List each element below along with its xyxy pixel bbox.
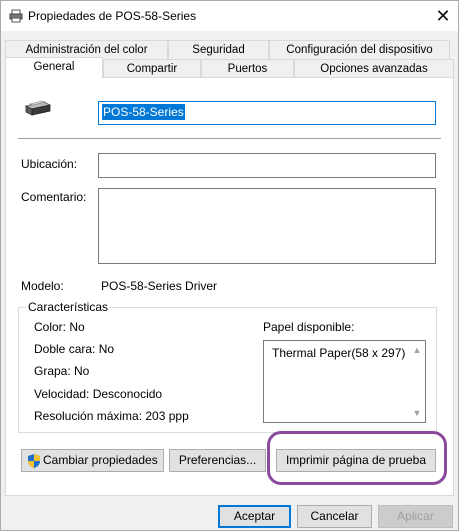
close-button[interactable]: ✕ [426,3,459,29]
scroll-down-icon[interactable]: ▼ [411,407,423,419]
paper-label: Papel disponible: [263,320,355,334]
window-title: Propiedades de POS-58-Series [28,9,197,23]
comment-field[interactable] [98,188,436,264]
tab-configuracion-dispositivo[interactable]: Configuración del dispositivo [269,40,450,59]
tab-opciones-avanzadas[interactable]: Opciones avanzadas [294,59,454,78]
tab-general[interactable]: General [5,57,103,78]
model-value: POS-58-Series Driver [101,279,218,293]
paper-item[interactable]: Thermal Paper(58 x 297) [272,346,405,360]
tab-seguridad[interactable]: Seguridad [168,40,269,59]
close-icon: ✕ [435,6,451,26]
ok-button[interactable]: Aceptar [218,505,291,528]
paper-list[interactable]: Thermal Paper(58 x 297) ▲ ▼ [263,340,426,423]
tab-puertos[interactable]: Puertos [201,59,294,78]
feature-duplex: Doble cara: No [34,342,115,356]
feature-resolution: Resolución máxima: 203 ppp [34,409,189,423]
apply-button[interactable]: Aplicar [378,505,453,528]
model-label: Modelo: [21,279,64,293]
feature-color: Color: No [34,320,85,334]
properties-window: Propiedades de POS-58-Series ✕ Administr… [0,0,459,531]
printer-name-value: POS-58-Series [102,104,185,120]
printer-icon [9,9,23,23]
printer-large-icon [24,100,52,116]
preferences-button[interactable]: Preferencias... [169,449,266,472]
comment-label: Comentario: [21,190,87,204]
change-properties-button[interactable]: Cambiar propiedades [21,449,164,472]
printer-name-field[interactable]: POS-58-Series [98,101,436,125]
feature-speed: Velocidad: Desconocido [34,387,163,401]
feature-staple: Grapa: No [34,364,90,378]
location-field[interactable] [98,153,436,178]
highlight-annotation [267,431,447,485]
features-group-label: Características [26,300,111,314]
tab-compartir[interactable]: Compartir [103,59,201,78]
title-bar: Propiedades de POS-58-Series ✕ [1,1,458,31]
location-label: Ubicación: [21,157,78,171]
cancel-button[interactable]: Cancelar [297,505,372,528]
scroll-up-icon[interactable]: ▲ [411,344,423,356]
separator [18,138,441,139]
shield-icon [28,454,40,468]
